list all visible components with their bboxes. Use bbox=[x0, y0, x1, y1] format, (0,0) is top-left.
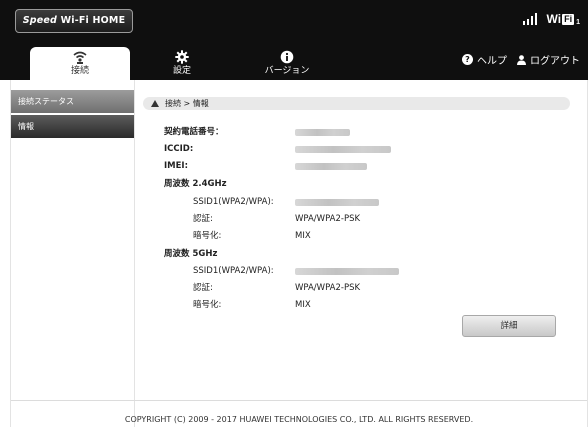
imei-label: IMEI: bbox=[164, 161, 188, 171]
band5-ssid-label: SSID1(WPA2/WPA): bbox=[193, 266, 274, 276]
iccid-value-redacted bbox=[295, 146, 391, 153]
sidebar: 接続ステータス 情報 bbox=[10, 80, 135, 427]
status-area: Wi Fi 1 bbox=[522, 12, 580, 26]
band24-enc-value: MIX bbox=[295, 231, 311, 241]
band5-ssid-value-redacted bbox=[295, 268, 399, 275]
band5-auth-value: WPA/WPA2-PSK bbox=[295, 283, 361, 293]
header-links: ? ヘルプ ログアウト bbox=[462, 52, 580, 67]
logout-label: ログアウト bbox=[530, 56, 580, 67]
wifi-status-count: 1 bbox=[576, 18, 580, 26]
help-link[interactable]: ? ヘルプ bbox=[462, 52, 507, 67]
logo: Speed Wi-Fi HOME bbox=[15, 9, 133, 33]
band24-heading: 周波数 2.4GHz bbox=[164, 179, 227, 189]
breadcrumb-text: 接続 > 情報 bbox=[165, 99, 209, 108]
top-bar: Speed Wi-Fi HOME Wi Fi 1 接続 設定 バージョン ? ヘ… bbox=[0, 0, 588, 80]
tab-settings[interactable]: 設定 bbox=[157, 47, 207, 80]
band5-enc-value: MIX bbox=[295, 300, 311, 310]
band24-ssid-value-redacted bbox=[295, 199, 379, 206]
logo-suffix: Wi-Fi HOME bbox=[60, 15, 126, 26]
signal-strength-icon bbox=[522, 13, 537, 25]
details-button[interactable]: 詳細 bbox=[462, 315, 556, 337]
help-icon: ? bbox=[462, 54, 473, 65]
sidebar-item-connection-status[interactable]: 接続ステータス bbox=[11, 90, 134, 113]
tab-connection[interactable]: 接続 bbox=[30, 47, 130, 80]
wifi-router-icon bbox=[30, 49, 130, 64]
band5-heading: 周波数 5GHz bbox=[164, 249, 218, 259]
contract-phone-label: 契約電話番号： bbox=[164, 127, 224, 137]
band24-enc-label: 暗号化: bbox=[193, 231, 222, 241]
tab-version-label: バージョン bbox=[264, 66, 310, 76]
tab-settings-label: 設定 bbox=[172, 66, 191, 76]
band24-auth-label: 認証: bbox=[193, 214, 213, 224]
wifi-status-text: Wi bbox=[546, 12, 562, 26]
band5-enc-label: 暗号化: bbox=[193, 300, 222, 310]
logout-link[interactable]: ログアウト bbox=[517, 52, 580, 67]
tab-connection-label: 接続 bbox=[70, 66, 89, 76]
band24-auth-value: WPA/WPA2-PSK bbox=[295, 214, 361, 224]
breadcrumb: 接続 > 情報 bbox=[143, 97, 570, 110]
sidebar-item-info[interactable]: 情報 bbox=[11, 115, 134, 138]
user-icon bbox=[517, 54, 526, 65]
warning-triangle-icon bbox=[151, 100, 159, 107]
logo-prefix: Speed bbox=[22, 15, 58, 26]
imei-value-redacted bbox=[295, 163, 367, 170]
wifi-status-icon: Wi Fi 1 bbox=[547, 12, 580, 26]
help-label: ヘルプ bbox=[477, 56, 507, 67]
info-icon bbox=[262, 49, 312, 64]
wifi-status-box: Fi bbox=[562, 13, 575, 25]
band5-auth-label: 認証: bbox=[193, 283, 213, 293]
tab-version[interactable]: バージョン bbox=[262, 47, 312, 80]
band24-ssid-label: SSID1(WPA2/WPA): bbox=[193, 197, 274, 207]
copyright-footer: COPYRIGHT (C) 2009 - 2017 HUAWEI TECHNOL… bbox=[11, 400, 587, 427]
contract-phone-value-redacted bbox=[295, 129, 350, 136]
iccid-label: ICCID: bbox=[164, 144, 194, 154]
gear-icon bbox=[157, 49, 207, 64]
